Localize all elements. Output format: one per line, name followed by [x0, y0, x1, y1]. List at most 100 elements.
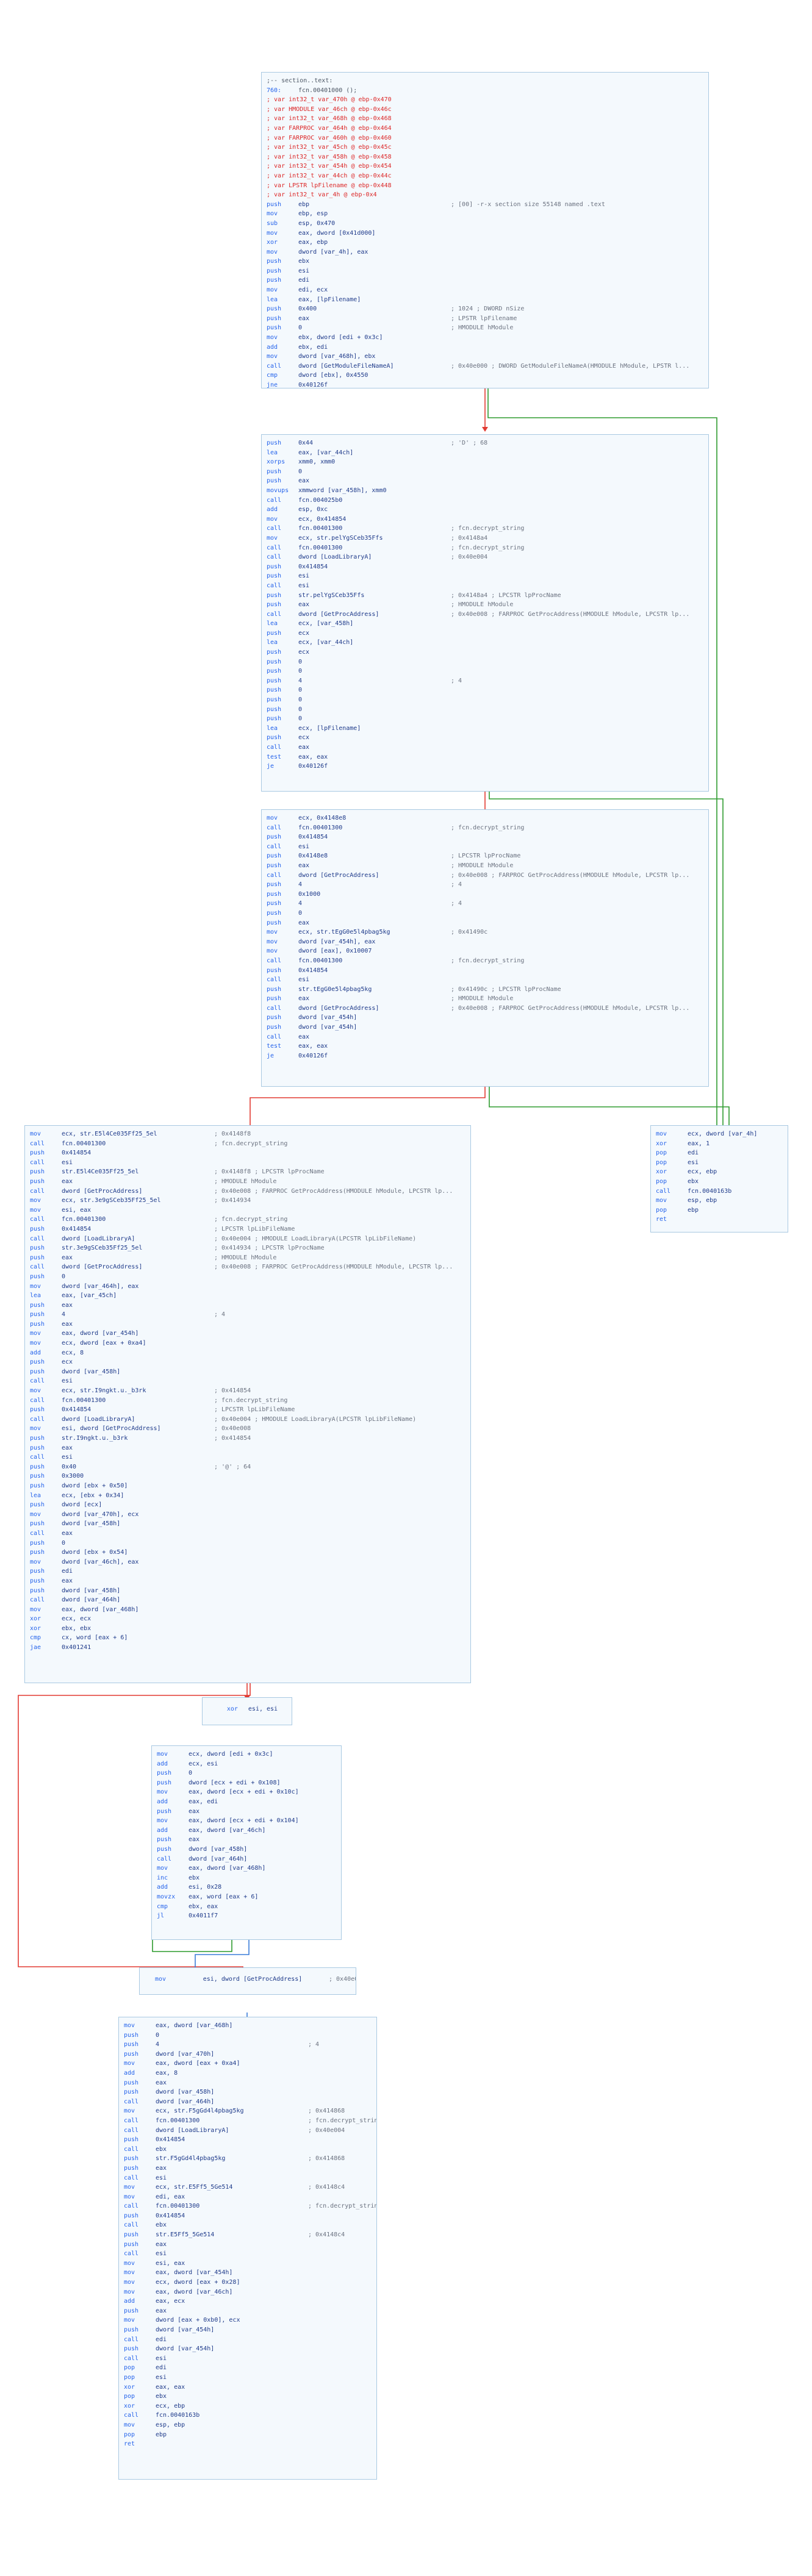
asm-line: mov ecx, str.pelYgSCeb35Ffs ; 0x4148a4 — [267, 534, 703, 543]
asm-mnemonic: xor — [30, 1615, 41, 1623]
asm-operand: 0x414854 — [62, 1225, 92, 1233]
asm-mnemonic: call — [267, 544, 282, 551]
asm-mnemonic: push — [30, 1150, 45, 1157]
asm-line: push ecx — [267, 733, 703, 743]
asm-operand: ebx — [156, 2222, 167, 2229]
basic-block-loop[interactable]: mov ecx, dword [edi + 0x3c] add ecx, esi pus… — [151, 1745, 342, 1940]
asm-mnemonic: push — [30, 1539, 45, 1547]
asm-mnemonic: push — [267, 658, 282, 665]
asm-line: mov esi, dword [GetProcAddress] ; 0x40e008 — [145, 1975, 356, 1984]
asm-operand: ecx, str.tEgG0e5l4pbag5kg — [298, 929, 390, 936]
asm-mnemonic: mov — [157, 1789, 168, 1796]
asm-line: push 0x414854 — [267, 562, 703, 572]
asm-line: mov eax, dword [var_454h] — [30, 1329, 465, 1339]
asm-line: mov ecx, str.F5gGd4l4pbag5kg ; 0x414868 — [124, 2106, 372, 2116]
basic-block-final[interactable]: mov eax, dword [var_468h] push 0 push 4; 4 pus… — [118, 2017, 377, 2480]
asm-line: mov ecx, str.3e9gSCeb35Ff25_5el ; 0x414934 — [30, 1196, 465, 1206]
asm-mnemonic: push — [267, 563, 282, 570]
asm-operand: eax, dword [ecx + edi + 0x104] — [189, 1817, 299, 1825]
asm-line: push esi — [267, 267, 703, 276]
asm-line: push 4 ; 4 — [267, 899, 703, 909]
asm-mnemonic: mov — [157, 1751, 168, 1758]
asm-operand: eax — [298, 995, 310, 1003]
asm-operand: esi — [156, 2355, 167, 2362]
asm-line: push 0 — [30, 1272, 465, 1282]
asm-line: mov ebx, dword [edi + 0x3c] — [267, 333, 703, 343]
basic-block-8[interactable]: mov esi, dword [GetProcAddress] ; 0x40e008 — [139, 1967, 356, 1995]
asm-comment: ; 0x40e008 ; FARPROC GetProcAddress(HMOD… — [214, 1187, 453, 1195]
asm-line: ; var LPSTR lpFilename @ ebp-0x448 — [267, 181, 703, 191]
basic-block-entry[interactable]: ;-- section..text: 760: fcn.00401000 (); ; … — [261, 72, 709, 388]
asm-line: call fcn.00401300 ; fcn.decrypt_string — [30, 1215, 465, 1225]
asm-operand: ebp — [298, 201, 310, 208]
basic-block-exit-fail[interactable]: mov ecx, dword [var_4h] xor eax, 1 pop edi pop… — [650, 1125, 788, 1233]
basic-block-2[interactable]: push 0x44 ; 'D' ; 68 lea eax, [var_44ch] xorp… — [261, 434, 709, 792]
asm-operand: eax, ebp — [298, 239, 328, 246]
asm-line: push 0x414854 — [267, 832, 703, 842]
asm-mnemonic: call — [124, 2412, 139, 2419]
asm-line: ; var int32_t var_44ch @ ebp-0x44c — [267, 171, 703, 181]
asm-operand: ecx, 0x4148e8 — [298, 815, 347, 821]
asm-line: movups xmmword [var_458h], xmm0 — [267, 486, 703, 496]
asm-line: lea ecx, [ebx + 0x34] — [30, 1491, 465, 1501]
asm-operand: fcn.00401300 — [298, 824, 343, 831]
asm-mnemonic: call — [30, 1530, 45, 1537]
asm-line: mov dword [eax + 0xb0], ecx — [124, 2316, 372, 2325]
asm-mnemonic: push — [30, 1549, 45, 1556]
asm-operand: ebx — [156, 2393, 167, 2400]
basic-block-6[interactable]: xor esi, esi — [202, 1697, 292, 1725]
asm-operand: edi, ecx — [298, 287, 328, 294]
asm-mnemonic: mov — [30, 1340, 41, 1347]
asm-line: push eax — [267, 918, 703, 928]
asm-operand: eax — [298, 1033, 310, 1040]
asm-operand: ecx, esi — [189, 1760, 218, 1767]
asm-mnemonic: push — [124, 2155, 139, 2163]
asm-operand: eax, dword [eax + 0xa4] — [156, 2060, 240, 2067]
asm-operand: 0x4148e8 — [298, 853, 328, 860]
asm-operand: 4 — [156, 2041, 160, 2048]
asm-mnemonic: cmp — [267, 372, 278, 379]
asm-mnemonic: push — [30, 1473, 45, 1480]
asm-mnemonic: push — [267, 277, 282, 284]
asm-mnemonic: push — [267, 649, 282, 656]
asm-operand: dword [ebx], 0x4550 — [298, 372, 368, 379]
asm-operand: ecx, ebp — [688, 1168, 717, 1176]
asm-mnemonic: jl — [157, 1912, 165, 1920]
asm-operand: eax, dword [var_46ch] — [156, 2288, 233, 2295]
asm-line: push 0x414854 ; LPCSTR lpLibFileName — [30, 1225, 465, 1234]
asm-operand: edi — [156, 2364, 167, 2372]
asm-operand: dword [var_454h] — [156, 2327, 215, 2333]
asm-line: call esi — [124, 2249, 372, 2259]
asm-line: push eax ; HMODULE hModule — [30, 1253, 465, 1263]
asm-mnemonic: add — [30, 1349, 41, 1356]
asm-operand: eax, dword [0x41d000] — [298, 229, 376, 237]
asm-line: xor ecx, ebp — [124, 2402, 372, 2411]
asm-operand: 0 — [62, 1539, 66, 1547]
asm-operand: dword [var_458h] — [62, 1368, 121, 1375]
asm-operand: eax, dword [var_46ch] — [189, 1826, 266, 1834]
asm-line: xor ecx, ecx — [30, 1614, 465, 1624]
asm-mnemonic: pop — [656, 1178, 667, 1185]
asm-mnemonic: jne — [267, 382, 278, 388]
asm-mnemonic: push — [267, 919, 282, 926]
asm-mnemonic: xor — [124, 2402, 135, 2410]
asm-mnemonic: call — [267, 843, 282, 850]
asm-operand: 0x414854 — [298, 967, 328, 974]
basic-block-4[interactable]: mov ecx, str.E5l4Ce035Ff25_5el ; 0x4148f8 c… — [24, 1125, 471, 1683]
asm-operand: eax — [298, 315, 310, 322]
asm-operand: eax — [156, 2164, 167, 2172]
asm-line: mov eax, dword [ecx + edi + 0x10c] — [157, 1787, 336, 1797]
asm-mnemonic: push — [267, 258, 282, 265]
asm-line: call ebx — [124, 2220, 372, 2230]
asm-operand: esi — [156, 2250, 167, 2258]
asm-mnemonic: push — [124, 2050, 139, 2058]
asm-operand: ecx, dword [var_4h] — [688, 1131, 758, 1137]
asm-operand: esi — [298, 582, 310, 589]
asm-line: push eax ; HMODULE hModule — [30, 1177, 465, 1187]
asm-line: cmp cx, word [eax + 6] — [30, 1633, 465, 1643]
asm-mnemonic: call — [124, 2336, 139, 2343]
basic-block-3[interactable]: mov ecx, 0x4148e8 call fcn.00401300 ; fcn.de… — [261, 809, 709, 1087]
asm-mnemonic: push — [30, 1444, 45, 1451]
asm-mnemonic: pop — [124, 2393, 135, 2400]
asm-mnemonic: mov — [267, 948, 278, 955]
